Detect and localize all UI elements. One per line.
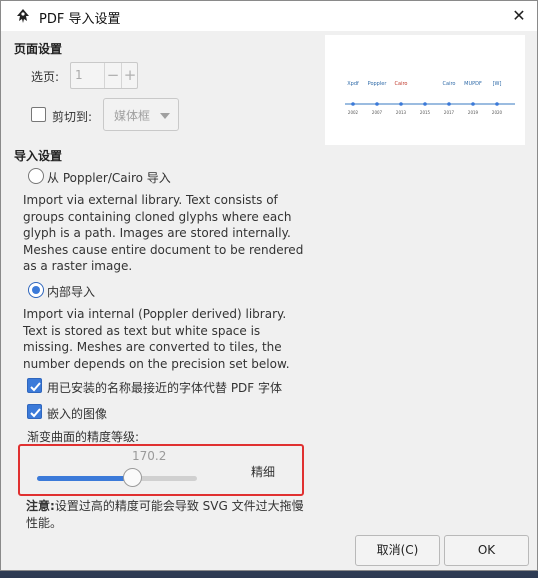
precision-slider-thumb[interactable] bbox=[123, 468, 142, 487]
import-settings-heading: 导入设置 bbox=[14, 149, 63, 163]
page-select-label: 选页: bbox=[31, 70, 60, 84]
timeline-year: 2013 bbox=[396, 110, 407, 115]
clip-dropdown[interactable]: 媒体框 bbox=[103, 98, 179, 131]
external-import-description: Import via external library. Text consis… bbox=[23, 193, 304, 273]
title-bar: PDF 导入设置 ✕ bbox=[1, 1, 537, 31]
embed-images-label: 嵌入的图像 bbox=[47, 407, 108, 421]
timeline-year: 2007 bbox=[372, 110, 383, 115]
window-title: PDF 导入设置 bbox=[39, 12, 121, 27]
timeline-logo: Poppler bbox=[368, 81, 388, 87]
page-decrement-button[interactable]: − bbox=[104, 63, 121, 88]
check-icon bbox=[30, 382, 41, 392]
note-prefix: 注意: bbox=[26, 499, 55, 513]
timeline-year: 2015 bbox=[420, 110, 431, 115]
timeline-dot bbox=[495, 102, 499, 106]
internal-import-label: 内部导入 bbox=[47, 285, 96, 299]
internal-import-description: Import via internal (Poppler derived) li… bbox=[23, 307, 290, 371]
precision-note: 注意:设置过高的精度可能会导致 SVG 文件过大拖慢性能。 bbox=[26, 498, 311, 531]
precision-quality-label: 精细 bbox=[251, 465, 276, 479]
precision-label: 渐变曲面的精度等级: bbox=[27, 430, 140, 444]
timeline-logo: [W] bbox=[493, 81, 502, 87]
precision-value: 170.2 bbox=[132, 449, 167, 463]
clip-label: 剪切到: bbox=[52, 110, 93, 124]
preview-timeline-image: 2002 Xpdf 2007 Poppler 2013 Cairo 2015 2017 Cair… bbox=[345, 81, 515, 115]
timeline-logo: Cairo bbox=[443, 81, 456, 87]
timeline-year: 2020 bbox=[492, 110, 503, 115]
note-text: 设置过高的精度可能会导致 SVG 文件过大拖慢性能。 bbox=[26, 499, 304, 530]
precision-slider-track[interactable] bbox=[37, 476, 197, 481]
timeline-dot bbox=[399, 102, 403, 106]
page-preview: 2002 Xpdf 2007 Poppler 2013 Cairo 2015 2017 Cair… bbox=[325, 35, 525, 145]
timeline-logo: MUPDF bbox=[464, 81, 482, 87]
timeline-year: 2017 bbox=[444, 110, 455, 115]
external-import-label: 从 Poppler/Cairo 导入 bbox=[47, 171, 171, 185]
page-spinner-value[interactable]: 1 bbox=[75, 68, 83, 82]
page-increment-button[interactable]: + bbox=[121, 63, 138, 88]
timeline-dot bbox=[423, 102, 427, 106]
timeline-year: 2019 bbox=[468, 110, 479, 115]
timeline-dot bbox=[375, 102, 379, 106]
embed-images-checkbox[interactable] bbox=[27, 404, 42, 419]
external-import-radio[interactable] bbox=[28, 168, 44, 184]
cancel-button[interactable]: 取消(C) bbox=[355, 535, 440, 566]
timeline-logo: Cairo bbox=[395, 81, 408, 87]
clip-checkbox[interactable] bbox=[31, 107, 46, 122]
close-icon: ✕ bbox=[512, 6, 526, 25]
inkscape-icon bbox=[17, 9, 29, 23]
timeline-logo: Xpdf bbox=[347, 81, 359, 87]
timeline-dot bbox=[471, 102, 475, 106]
page-spinner[interactable]: 1 − + bbox=[70, 62, 138, 89]
precision-slider-fill bbox=[37, 476, 133, 481]
internal-import-radio[interactable] bbox=[28, 282, 44, 298]
timeline-year: 2002 bbox=[348, 110, 359, 115]
pdf-import-dialog: PDF 导入设置 ✕ 页面设置 选页: 1 − + 剪切到: 媒体框 2002 X… bbox=[0, 0, 538, 571]
replace-fonts-label: 用已安装的名称最接近的字体代替 PDF 字体 bbox=[47, 381, 283, 395]
replace-fonts-checkbox[interactable] bbox=[27, 378, 42, 393]
timeline-dot bbox=[351, 102, 355, 106]
timeline-dot bbox=[447, 102, 451, 106]
check-icon bbox=[30, 408, 41, 418]
ok-button[interactable]: OK bbox=[444, 535, 529, 566]
chevron-down-icon bbox=[160, 113, 170, 119]
page-settings-heading: 页面设置 bbox=[14, 42, 63, 56]
close-button[interactable]: ✕ bbox=[501, 1, 537, 31]
clip-dropdown-value: 媒体框 bbox=[114, 109, 151, 123]
